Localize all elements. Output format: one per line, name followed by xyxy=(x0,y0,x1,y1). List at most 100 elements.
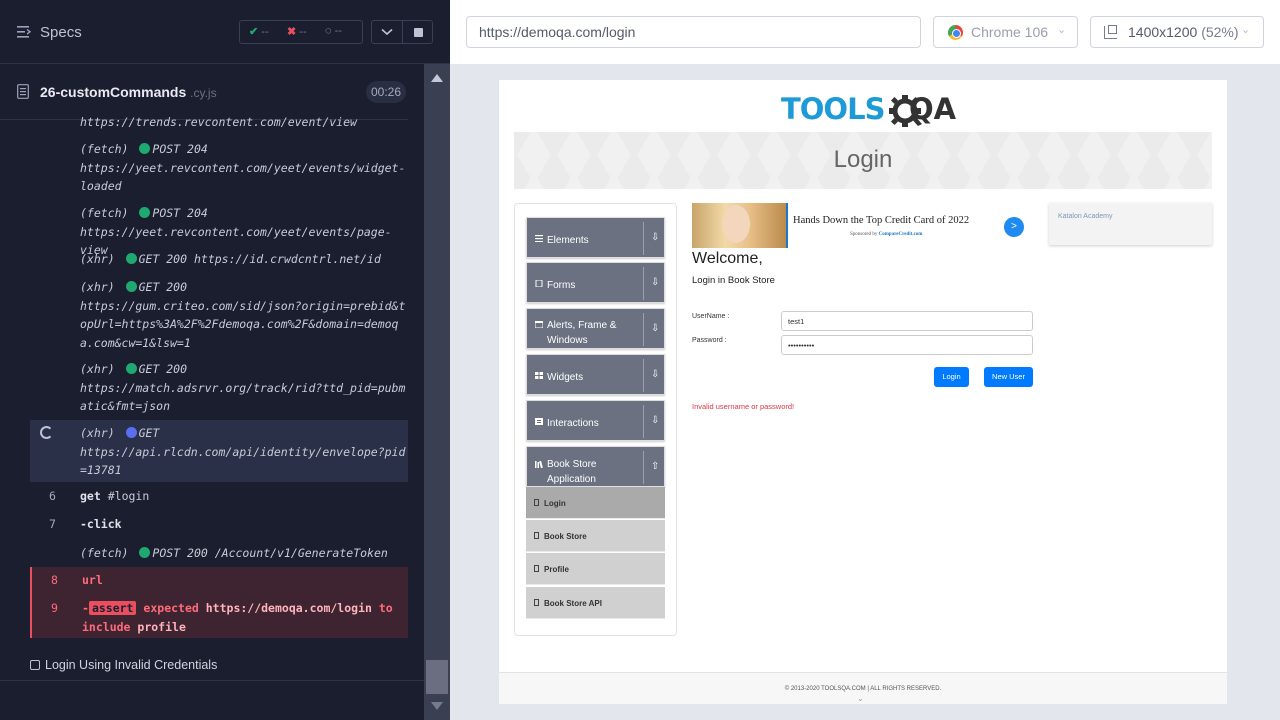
ad-next-button[interactable]: > xyxy=(1004,217,1024,237)
katalon-ad[interactable]: Katalon Academy xyxy=(1049,203,1212,245)
assert-message: expected xyxy=(143,601,199,615)
loading-spinner-icon xyxy=(40,426,53,439)
stop-icon[interactable] xyxy=(414,28,423,37)
password-input[interactable]: •••••••••• xyxy=(781,335,1033,355)
log-entry[interactable]: (fetch) POST 200 /Account/v1/GenerateTok… xyxy=(30,544,408,566)
log-text: (xhr) GET https://api.rlcdn.com/api/iden… xyxy=(80,424,406,480)
footer-text: © 2013-2020 TOOLSQA.COM | ALL RIGHTS RES… xyxy=(784,686,942,692)
browser-label: Chrome 106 xyxy=(971,24,1049,40)
new-user-button[interactable]: New User xyxy=(984,367,1033,387)
menu-item-profile[interactable]: Profile xyxy=(526,553,665,585)
collapse-toggle[interactable] xyxy=(372,21,403,43)
menu-group-widgets[interactable]: Widgets ⇩ xyxy=(526,354,665,395)
log-entry[interactable]: (xhr) GET 200 https://match.adsrvr.org/t… xyxy=(30,360,408,418)
log-entry[interactable]: (fetch) POST 204 https://yeet.revcontent… xyxy=(30,140,408,198)
error-message: Invalid username or password! xyxy=(692,402,795,411)
menu-item-book-store[interactable]: Book Store xyxy=(526,520,665,552)
menu-group-label: Forms xyxy=(547,280,576,291)
ad-image xyxy=(692,203,787,248)
command-number: 6 xyxy=(49,489,56,503)
status-dot xyxy=(139,143,151,154)
x-icon: ✖ xyxy=(287,26,297,38)
logo-qa-text: QA xyxy=(909,92,957,126)
scroll-up-icon[interactable] xyxy=(431,74,443,82)
menu-item-book-store-api[interactable]: Book Store API xyxy=(526,587,665,619)
assert-prefix: - xyxy=(82,601,89,615)
aut-header: https://demoqa.com/login Chrome 106 ⌄ 14… xyxy=(450,0,1280,64)
divider xyxy=(643,222,644,255)
ad-title: Hands Down the Top Credit Card of 2022 xyxy=(793,215,970,226)
browser-selector[interactable]: Chrome 106 ⌄ xyxy=(933,16,1078,48)
scroll-down-icon[interactable] xyxy=(431,702,443,710)
log-entry[interactable]: (fetch) POST 204 https://yeet.revcontent… xyxy=(30,204,408,257)
viewport-size: 1400x1200 xyxy=(1128,24,1198,40)
menu-item-label: Book Store xyxy=(544,532,587,541)
download-arrow-icon: ⇩ xyxy=(651,323,660,334)
log-entry-pending[interactable]: (xhr) GET https://api.rlcdn.com/api/iden… xyxy=(30,420,408,482)
download-arrow-icon: ⇩ xyxy=(651,277,660,288)
log-text: (xhr) GET 200 https://gum.criteo.com/sid… xyxy=(80,278,406,352)
menu-group-interactions[interactable]: Interactions ⇩ xyxy=(526,400,665,441)
menu-group-alerts[interactable]: Alerts, Frame & Windows ⇩ xyxy=(526,308,665,349)
menu-item-login[interactable]: Login xyxy=(526,487,665,519)
status-dot xyxy=(139,547,151,558)
log-scrollbar[interactable] xyxy=(424,64,450,720)
log-entry-assert-failed[interactable]: 9 - assert expected https://demoqa.com/lo… xyxy=(30,595,408,638)
chevron-down-icon: ⌄ xyxy=(1241,24,1251,36)
log-entry[interactable]: 7 -click xyxy=(30,515,408,537)
specs-menu-icon[interactable] xyxy=(17,25,31,39)
menu-group-elements[interactable]: Elements ⇩ xyxy=(526,217,665,258)
aut-page: TOOLS QA Login Elements ⇩ Forms ⇩ Alerts… xyxy=(499,80,1227,704)
scroll-thumb[interactable] xyxy=(426,660,448,694)
status-dot xyxy=(125,281,137,292)
menu-group-forms[interactable]: Forms ⇩ xyxy=(526,262,665,303)
specs-label[interactable]: Specs xyxy=(40,24,82,41)
divider xyxy=(0,680,424,681)
command-name: -click xyxy=(80,517,122,531)
failed-count: -- xyxy=(299,26,307,38)
list-icon xyxy=(535,235,543,242)
password-label: Password : xyxy=(692,337,727,344)
assert-expected: profile xyxy=(137,619,186,634)
log-kind: (xhr) xyxy=(80,362,115,376)
download-arrow-icon: ⇩ xyxy=(651,415,660,426)
aut-url-field[interactable]: https://demoqa.com/login xyxy=(466,16,921,48)
menu-item-label: Login xyxy=(544,499,566,508)
ad-accent-line xyxy=(786,203,788,248)
check-icon: ✔ xyxy=(249,26,259,38)
log-entry[interactable]: (xhr) GET 200 https://id.crwdcntrl.net/i… xyxy=(30,250,408,272)
spec-duration: 00:26 xyxy=(366,81,406,103)
log-method: POST 204 xyxy=(152,206,208,220)
menu-group-book-store[interactable]: Book Store Application ⇧ xyxy=(526,446,665,487)
failed-stat: ✖ -- xyxy=(287,25,307,38)
ad-sponsor-brand: CompareCredit.com xyxy=(878,232,923,237)
status-dot xyxy=(125,363,137,374)
spec-ext: .cy.js xyxy=(190,86,217,100)
toolsqa-logo[interactable]: TOOLS QA xyxy=(781,90,956,130)
broken-image-alt: Katalon Academy xyxy=(1058,213,1113,220)
logo-tools: TOOLS xyxy=(781,92,885,126)
test-title-row[interactable]: Login Using Invalid Credentials xyxy=(0,650,408,680)
username-input[interactable]: test1 xyxy=(781,311,1033,331)
credit-card-ad[interactable]: Hands Down the Top Credit Card of 2022 S… xyxy=(692,203,1026,248)
log-kind: (xhr) xyxy=(80,252,115,266)
page-banner: Login xyxy=(514,132,1212,189)
log-entry[interactable]: https://trends.revcontent.com/event/view xyxy=(30,113,408,133)
command-number: 7 xyxy=(49,517,56,531)
log-method: GET xyxy=(138,426,160,440)
menu-group-label: Widgets xyxy=(547,372,584,383)
status-dot xyxy=(125,253,137,264)
login-button[interactable]: Login xyxy=(934,367,969,387)
spec-file-row[interactable]: 26-customCommands .cy.js 00:26 xyxy=(0,72,408,112)
file-icon xyxy=(17,84,29,99)
log-url: https://gum.criteo.com/sid/json?origin=p… xyxy=(80,298,406,350)
log-entry-failed[interactable]: 8 url xyxy=(30,567,408,595)
chrome-icon xyxy=(948,25,963,40)
command-number: 8 xyxy=(51,573,58,587)
log-text: (xhr) GET 200 https://id.crwdcntrl.net/i… xyxy=(80,250,406,269)
log-entry[interactable]: (xhr) GET 200 https://gum.criteo.com/sid… xyxy=(30,278,408,354)
log-entry[interactable]: 6 get #login xyxy=(30,487,408,509)
zoom-level: (52%) xyxy=(1201,24,1239,40)
page-title: Login xyxy=(833,146,893,173)
viewport-info[interactable]: 1400x1200 (52%) ⌄ xyxy=(1090,16,1264,48)
